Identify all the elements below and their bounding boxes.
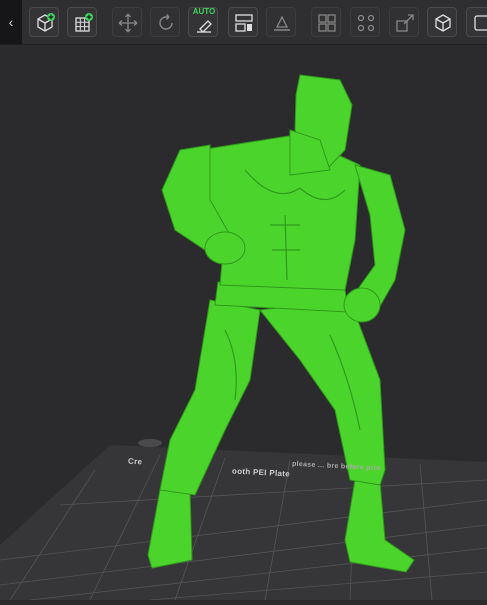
scale-icon [396, 14, 414, 32]
lay-on-face-button[interactable] [266, 7, 296, 37]
cut-icon [435, 14, 451, 32]
more-button[interactable] [466, 7, 487, 37]
chevron-left-icon: ‹ [8, 14, 14, 30]
plate-label-left: Cre [127, 456, 143, 467]
grid-plus-icon [75, 13, 93, 32]
main-toolbar: ‹ AUTO [0, 0, 487, 45]
add-plate-button[interactable] [67, 7, 97, 37]
cube-plus-icon [37, 13, 55, 32]
arrange-button[interactable] [228, 7, 258, 37]
rotate-button[interactable] [150, 7, 180, 37]
move-arrows-icon [118, 13, 138, 33]
collapse-panel-button[interactable]: ‹ [0, 0, 22, 44]
scale-button[interactable] [389, 7, 419, 37]
rotate-icon [159, 14, 173, 30]
split-objects-icon [318, 14, 336, 32]
arrange-icon [235, 14, 253, 32]
split-objects-button[interactable] [311, 7, 341, 37]
cut-button[interactable] [427, 7, 457, 37]
add-object-button[interactable] [29, 7, 59, 37]
more-icon [474, 15, 487, 31]
move-button[interactable] [112, 7, 142, 37]
auto-orient-icon [197, 20, 212, 33]
3d-viewport[interactable]: Cre ooth PEI Plate please ... bre before… [0, 45, 487, 601]
split-parts-button[interactable] [350, 7, 380, 37]
auto-orient-button[interactable]: AUTO [188, 7, 218, 37]
lay-on-face-icon [274, 15, 290, 31]
split-parts-icon [357, 14, 375, 32]
scene-canvas [0, 74, 487, 601]
